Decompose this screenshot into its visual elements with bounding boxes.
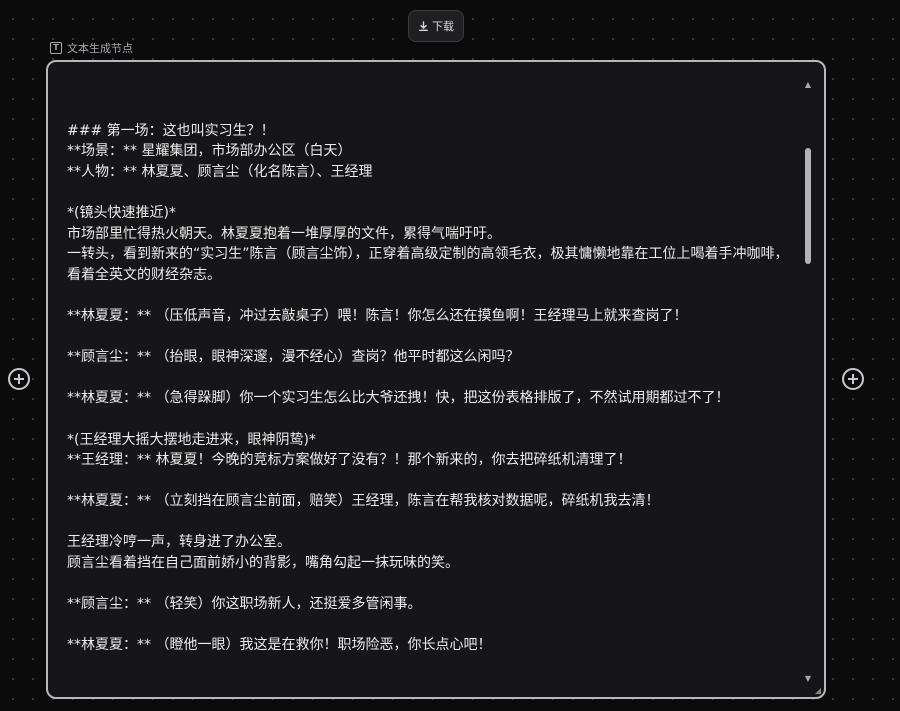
text-generation-node[interactable]: ### 第一场：这也叫实习生？！ **场景：** 星耀集团，市场部办公区（白天） *… — [46, 60, 826, 699]
text-line — [67, 656, 795, 677]
text-line: 市场部里忙得热火朝天。林夏夏抱着一堆厚厚的文件，累得气喘吁吁。 — [67, 225, 501, 242]
text-line: 一转头，看到新来的“实习生”陈言（顾言尘饰），正穿着高级定制的高领毛衣，极其慵懒… — [67, 246, 789, 283]
text-line — [67, 368, 795, 389]
text-line: ### 第一场：这也叫实习生？！ — [67, 122, 275, 139]
text-line — [67, 182, 795, 203]
node-type-text: 文本生成节点 — [67, 42, 133, 55]
text-line — [67, 327, 795, 348]
scroll-down-arrow-icon[interactable]: ▼ — [802, 674, 814, 684]
text-line: **人物：** 林夏夏、顾言尘（化名陈言）、王经理 — [67, 163, 373, 180]
text-line: **林夏夏：** （立刻挡在顾言尘前面，赔笑）王经理，陈言在帮我核对数据呢，碎纸… — [67, 493, 660, 510]
text-line: 王经理冷哼一声，转身进了办公室。 — [67, 534, 291, 551]
text-line: **场景：** 星耀集团，市场部办公区（白天） — [67, 143, 352, 160]
text-t-icon: T — [50, 42, 62, 54]
text-line: **林夏夏：** （压低声音，冲过去敲桌子）喂！陈言！你怎么还在摸鱼啊！王经理马… — [67, 307, 688, 324]
text-line — [67, 512, 795, 533]
text-line: *(镜头快速推近)* — [67, 204, 176, 221]
resize-handle[interactable] — [815, 688, 821, 694]
download-button[interactable]: 下载 — [408, 10, 464, 42]
scroll-up-arrow-icon[interactable]: ▲ — [802, 80, 814, 90]
download-label: 下载 — [432, 20, 454, 33]
text-line: *(王经理大摇大摆地走进来，眼神阴鸷)* — [67, 431, 316, 448]
text-line — [67, 285, 795, 306]
text-line: **顾言尘：** （轻笑）你这职场新人，还挺爱多管闲事。 — [67, 596, 422, 613]
add-output-node-button[interactable] — [842, 368, 864, 390]
text-line — [67, 409, 795, 430]
generated-text-area[interactable]: ### 第一场：这也叫实习生？！ **场景：** 星耀集团，市场部办公区（白天） *… — [67, 100, 795, 685]
text-line — [67, 615, 795, 636]
vertical-scrollbar[interactable]: ▲ ▼ — [802, 80, 814, 684]
text-line: **顾言尘：** （抬眼，眼神深邃，漫不经心）查岗？他平时都这么闲吗？ — [67, 349, 520, 366]
download-icon — [418, 20, 429, 32]
text-line: **林夏夏：** （瞪他一眼）我这是在救你！职场险恶，你长点心吧！ — [67, 637, 492, 654]
scrollbar-thumb[interactable] — [805, 148, 811, 264]
add-input-node-button[interactable] — [8, 368, 30, 390]
text-line: --- — [67, 677, 795, 685]
text-line: **王经理：** 林夏夏！今晚的竞标方案做好了没有？！那个新来的，你去把碎纸机清… — [67, 452, 632, 469]
text-line — [67, 471, 795, 492]
text-line: 顾言尘看着挡在自己面前娇小的背影，嘴角勾起一抹玩味的笑。 — [67, 555, 459, 572]
text-line — [67, 574, 795, 595]
workflow-canvas[interactable]: 下载 T 文本生成节点 ### 第一场：这也叫实习生？！ **场景：** 星耀集团… — [0, 0, 900, 711]
text-line: **林夏夏：** （急得跺脚）你一个实习生怎么比大爷还拽！快，把这份表格排版了，… — [67, 390, 730, 407]
node-type-label: T 文本生成节点 — [50, 40, 133, 56]
text-line — [67, 100, 795, 121]
